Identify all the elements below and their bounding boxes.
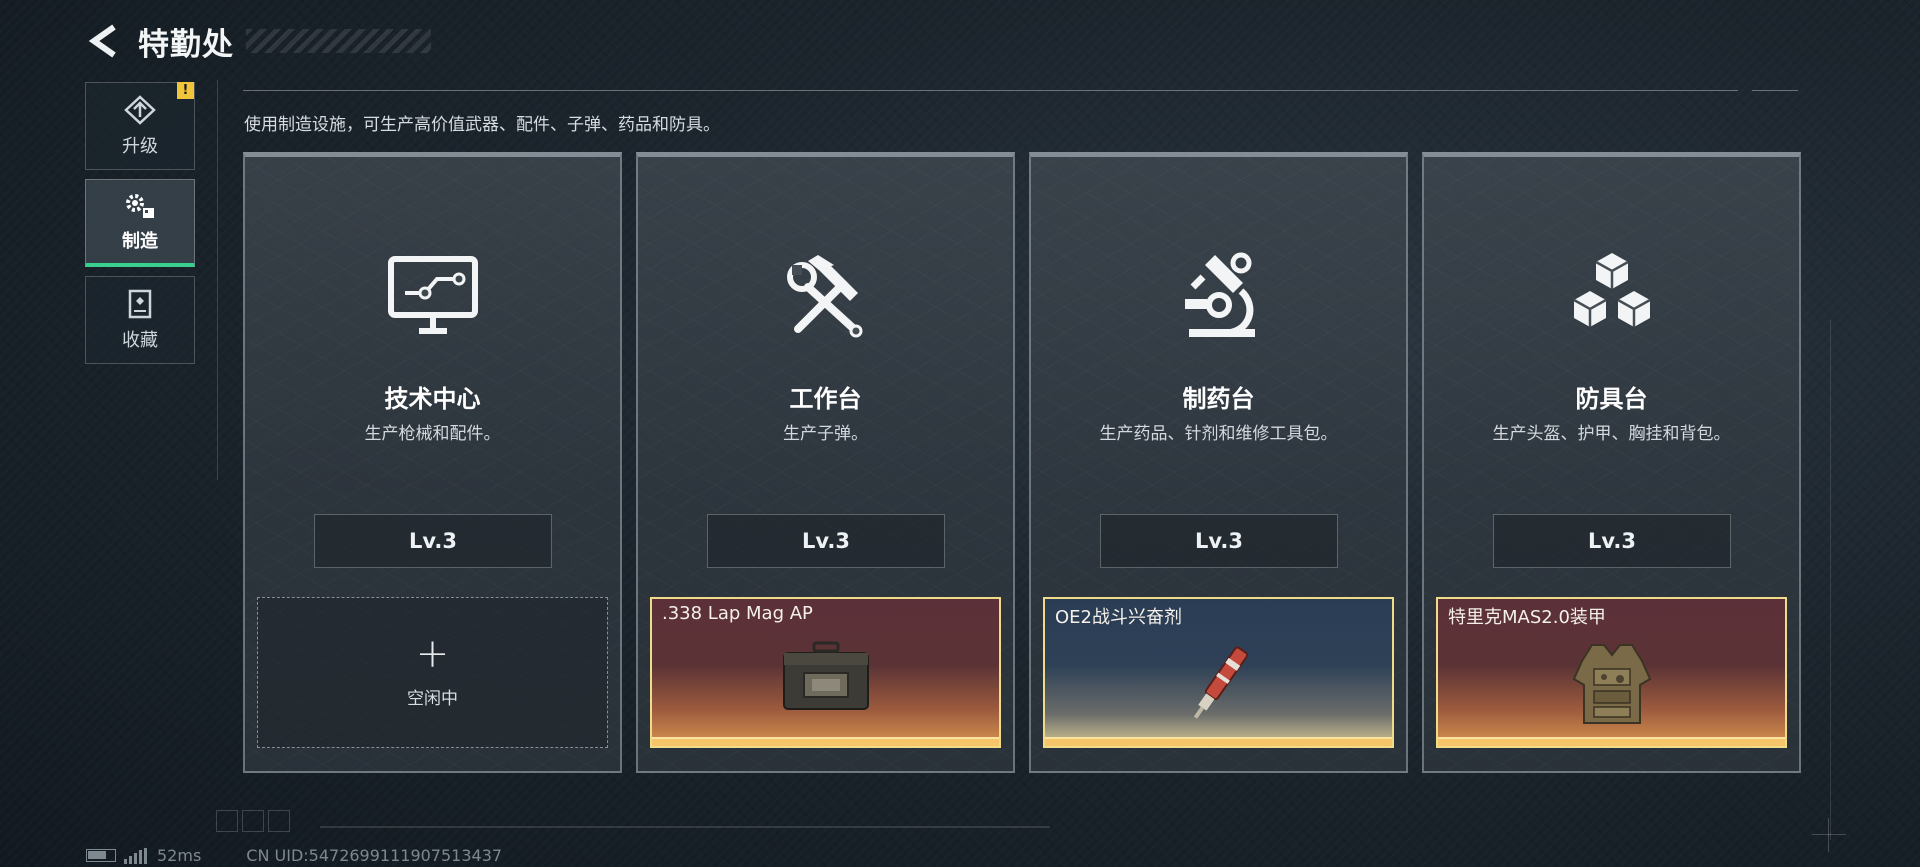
- sidebar-item-collection[interactable]: 收藏: [85, 276, 195, 364]
- sidebar-item-craft[interactable]: 制造: [85, 179, 195, 267]
- page-title: 特勤处: [138, 26, 234, 63]
- item-name: 特里克MAS2.0装甲: [1448, 607, 1606, 628]
- facility-description: 生产枪械和配件。: [364, 424, 501, 444]
- item-name: OE2战斗兴奋剂: [1055, 607, 1182, 628]
- sidebar-item-label: 制造: [122, 230, 158, 252]
- bottom-decor-icons: [216, 810, 290, 832]
- facility-level[interactable]: Lv.3: [1100, 514, 1338, 568]
- production-progress-bar: [652, 737, 999, 746]
- battery-icon: [86, 849, 116, 862]
- production-slot[interactable]: 特里克MAS2.0装甲: [1436, 597, 1787, 748]
- plus-icon: +: [415, 631, 450, 677]
- microscope-icon: [1169, 247, 1269, 343]
- top-divider: [243, 90, 1738, 91]
- status-bar: 52ms CN UID:5472699111907513437: [86, 846, 502, 865]
- armor-vest-icon: [1570, 639, 1654, 739]
- facility-description: 生产药品、针剂和维修工具包。: [1099, 424, 1338, 444]
- crosshair-decoration: [1812, 818, 1846, 852]
- decor-square-icon: [242, 810, 264, 832]
- production-slot[interactable]: OE2战斗兴奋剂: [1043, 597, 1394, 748]
- ping-value: 52ms: [157, 846, 202, 865]
- facility-card-workbench[interactable]: 工作台 生产子弹。 Lv.3 .338 Lap Mag AP: [636, 152, 1015, 773]
- back-arrow-icon: [88, 24, 116, 58]
- sidebar-divider: [217, 80, 218, 480]
- facility-title: 技术中心: [384, 385, 481, 413]
- facility-level[interactable]: Lv.3: [1493, 514, 1731, 568]
- alert-badge: !: [177, 82, 194, 99]
- user-uid: CN UID:5472699111907513437: [246, 846, 503, 865]
- facility-description: 生产头盔、护甲、胸挂和背包。: [1492, 424, 1731, 444]
- production-progress-bar: [1438, 737, 1785, 746]
- upgrade-icon: [124, 95, 156, 125]
- facility-title: 防具台: [1575, 385, 1648, 413]
- slot-status: 空闲中: [407, 689, 458, 709]
- side-decoration-line: [1830, 320, 1831, 840]
- facility-title: 工作台: [789, 385, 862, 413]
- facility-card-tech-center[interactable]: 技术中心 生产枪械和配件。 Lv.3 + 空闲中: [243, 152, 622, 773]
- injector-icon: [1184, 639, 1254, 733]
- bottom-divider: [320, 826, 1050, 828]
- sidebar-item-label: 升级: [122, 136, 158, 157]
- decor-square-icon: [216, 810, 238, 832]
- item-name: .338 Lap Mag AP: [662, 603, 813, 624]
- production-slot-empty[interactable]: + 空闲中: [257, 597, 608, 748]
- facility-card-armor-bench[interactable]: 防具台 生产头盔、护甲、胸挂和背包。 Lv.3 特里克MAS2.0装甲: [1422, 152, 1801, 773]
- sidebar-item-upgrade[interactable]: ! 升级: [85, 82, 195, 170]
- top-divider-right: [1752, 90, 1798, 91]
- signal-icon: [124, 847, 147, 864]
- facility-card-pharmacy[interactable]: 制药台 生产药品、针剂和维修工具包。 Lv.3 OE2战斗兴奋剂: [1029, 152, 1408, 773]
- facility-description: 生产子弹。: [783, 424, 868, 444]
- cubes-icon: [1562, 247, 1662, 343]
- header: 特勤处: [84, 16, 431, 66]
- decor-square-icon: [268, 810, 290, 832]
- facility-title: 制药台: [1182, 385, 1255, 413]
- ammo-box-icon: [778, 639, 874, 723]
- production-progress-bar: [1045, 737, 1392, 746]
- sidebar: ! 升级 制造 收藏: [85, 82, 195, 373]
- monitor-icon: [383, 247, 483, 343]
- facility-cards: 技术中心 生产枪械和配件。 Lv.3 + 空闲中 工作台 生产子弹。 Lv.3 …: [243, 152, 1801, 773]
- facility-level[interactable]: Lv.3: [314, 514, 552, 568]
- title-decoration: [246, 29, 431, 53]
- production-slot[interactable]: .338 Lap Mag AP: [650, 597, 1001, 748]
- hammer-wrench-icon: [776, 247, 876, 343]
- back-button[interactable]: [84, 21, 124, 61]
- facility-level[interactable]: Lv.3: [707, 514, 945, 568]
- sidebar-item-label: 收藏: [122, 330, 158, 351]
- gears-icon: [126, 193, 154, 218]
- collection-icon: [128, 289, 152, 319]
- page-description: 使用制造设施，可生产高价值武器、配件、子弹、药品和防具。: [244, 115, 720, 135]
